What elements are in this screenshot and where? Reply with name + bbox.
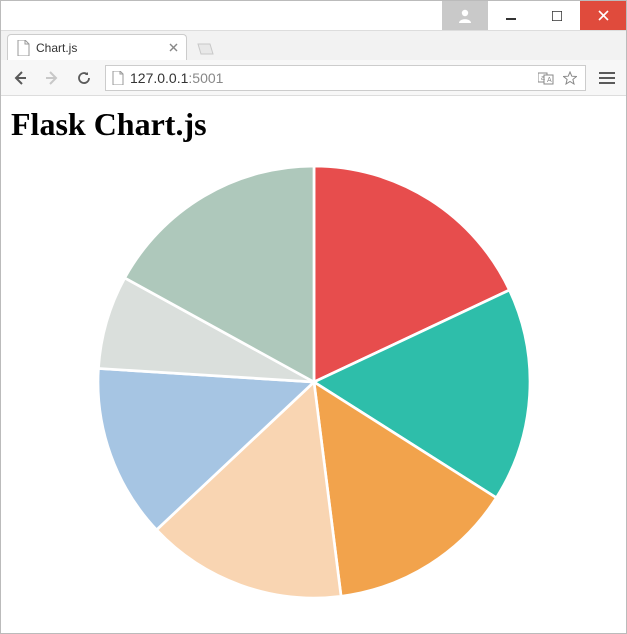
browser-tab[interactable]: Chart.js <box>7 34 187 60</box>
maximize-button[interactable] <box>534 1 580 30</box>
page-title: Flask Chart.js <box>11 106 616 143</box>
maximize-icon <box>552 11 562 21</box>
back-button[interactable] <box>9 67 31 89</box>
url-text: 127.0.0.1:5001 <box>130 70 531 86</box>
new-tab-icon <box>195 41 215 57</box>
url-host: 127.0.0.1 <box>130 70 188 86</box>
user-menu-button[interactable] <box>442 1 488 30</box>
user-icon <box>456 7 474 25</box>
tab-title: Chart.js <box>36 41 163 55</box>
minimize-button[interactable] <box>488 1 534 30</box>
browser-toolbar: 127.0.0.1:5001 a A <box>1 60 626 96</box>
chart-container <box>11 157 616 607</box>
svg-text:a: a <box>541 75 545 82</box>
bookmark-button[interactable] <box>561 71 579 85</box>
window-titlebar <box>1 1 626 31</box>
forward-button[interactable] <box>41 67 63 89</box>
arrow-right-icon <box>43 69 61 87</box>
page-content: Flask Chart.js <box>1 96 626 617</box>
window-close-button[interactable] <box>580 1 626 30</box>
new-tab-button[interactable] <box>193 38 217 60</box>
hamburger-icon <box>599 72 615 84</box>
url-port: :5001 <box>188 70 223 86</box>
document-icon <box>112 71 124 85</box>
document-icon <box>16 40 30 56</box>
pie-chart <box>89 157 539 607</box>
translate-icon: a A <box>538 71 554 85</box>
reload-button[interactable] <box>73 67 95 89</box>
menu-button[interactable] <box>596 67 618 89</box>
tab-close-button[interactable] <box>169 40 178 55</box>
svg-text:A: A <box>547 77 552 84</box>
star-icon <box>563 71 577 85</box>
arrow-left-icon <box>11 69 29 87</box>
translate-button[interactable]: a A <box>537 71 555 85</box>
url-bar[interactable]: 127.0.0.1:5001 a A <box>105 65 586 91</box>
close-icon <box>598 10 609 21</box>
minimize-icon <box>506 11 516 21</box>
reload-icon <box>76 70 92 86</box>
tab-strip: Chart.js <box>1 31 626 60</box>
close-icon <box>169 43 178 52</box>
